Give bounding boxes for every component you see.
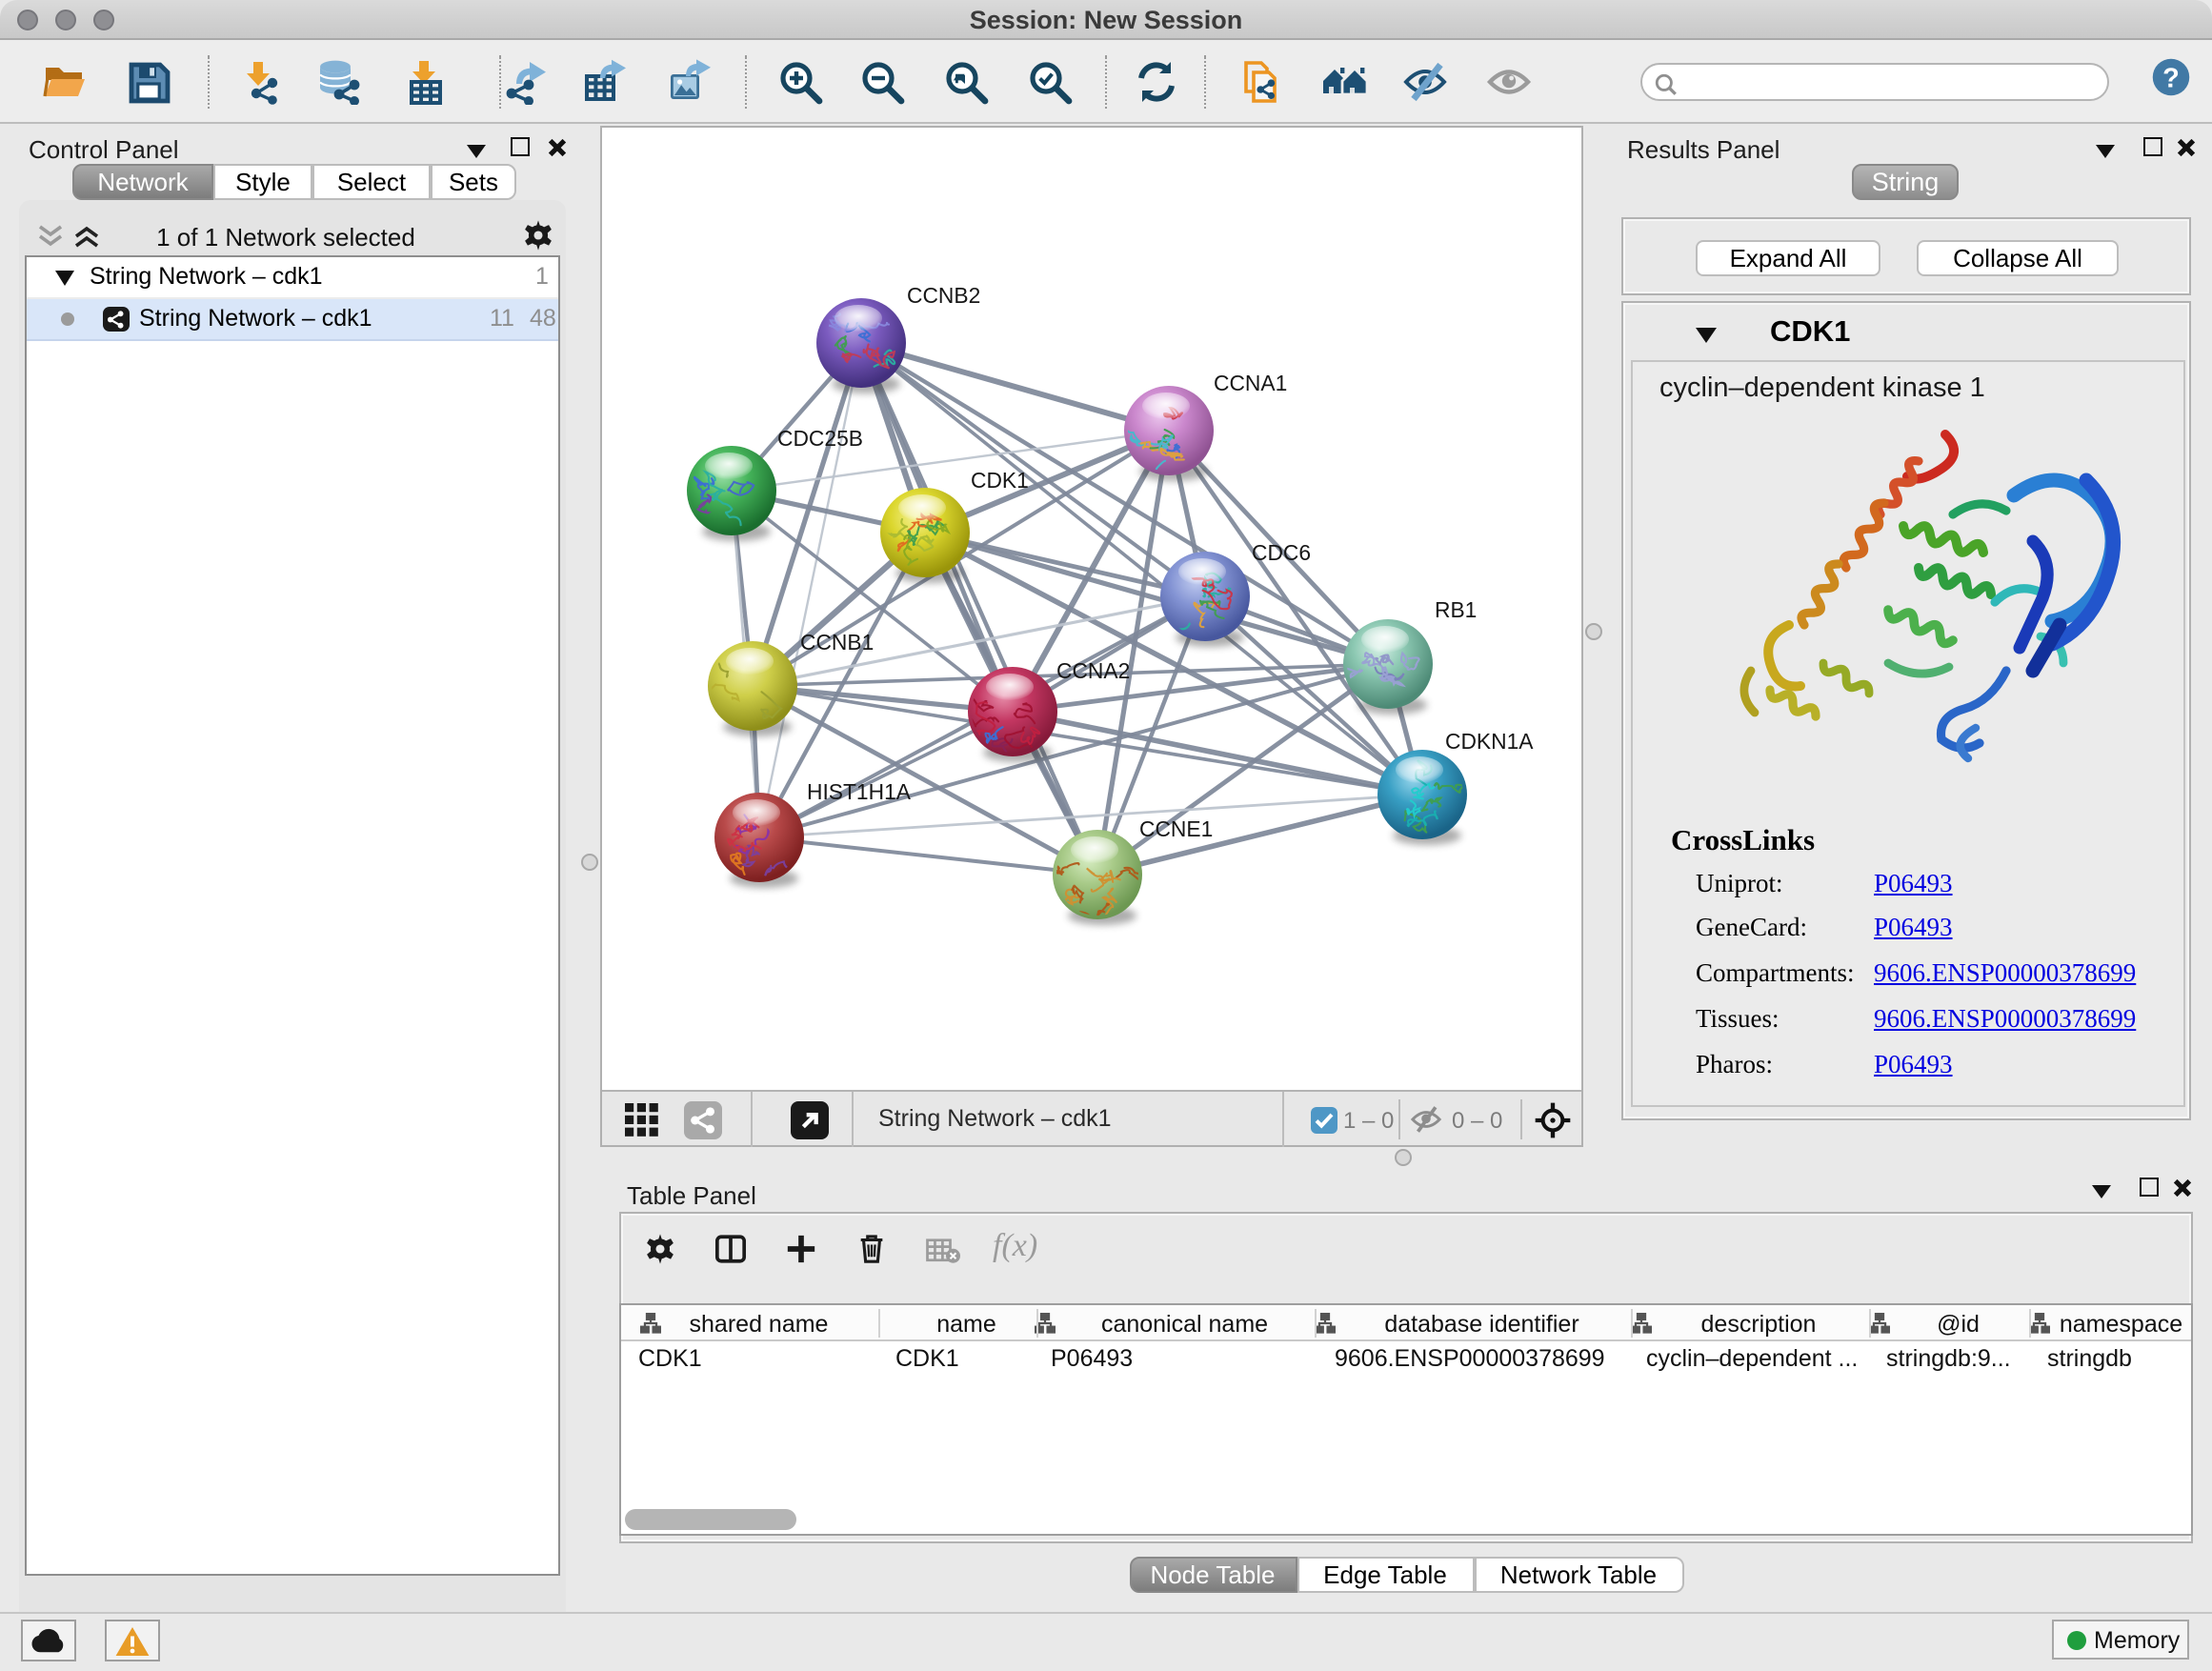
svg-text:CDKN1A: CDKN1A: [1445, 729, 1534, 754]
svg-text:CDK1: CDK1: [971, 468, 1029, 493]
svg-text:CCNE1: CCNE1: [1139, 816, 1213, 841]
svg-text:CCNA1: CCNA1: [1214, 371, 1287, 395]
svg-text:CDC25B: CDC25B: [777, 426, 863, 451]
svg-text:CDC6: CDC6: [1252, 540, 1311, 565]
svg-text:HIST1H1A: HIST1H1A: [807, 779, 912, 804]
svg-text:RB1: RB1: [1435, 597, 1477, 622]
svg-text:CCNA2: CCNA2: [1056, 658, 1130, 683]
svg-text:CCNB1: CCNB1: [800, 630, 874, 654]
svg-text:?: ?: [2162, 64, 2180, 94]
svg-text:CCNB2: CCNB2: [907, 283, 980, 308]
